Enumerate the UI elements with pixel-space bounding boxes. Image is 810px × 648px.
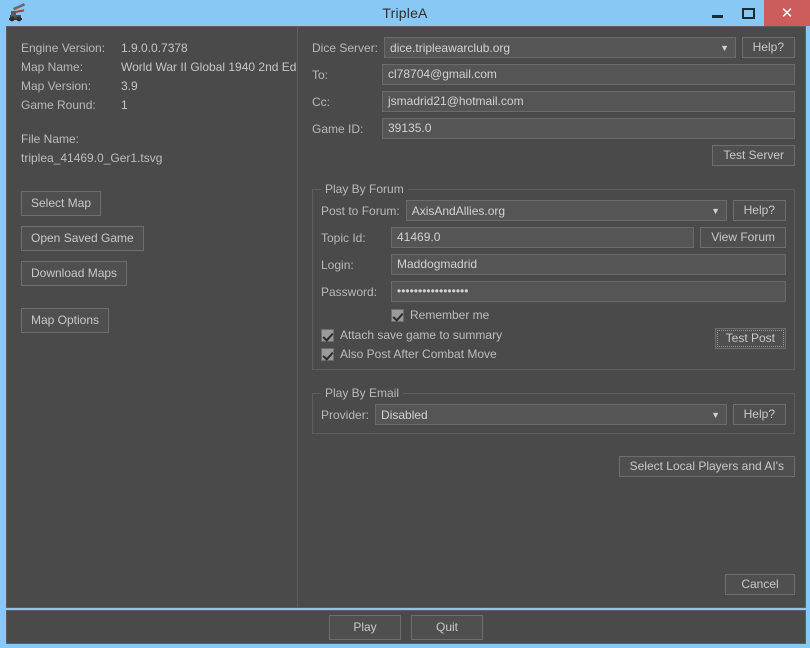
game-round-value: 1 <box>121 98 128 112</box>
dice-server-combo[interactable]: dice.tripleawarclub.org ▼ <box>384 37 736 58</box>
password-label: Password: <box>321 284 378 299</box>
to-label: To: <box>312 67 329 82</box>
also-post-checkbox[interactable] <box>321 347 334 361</box>
info-row-engine-version: Engine Version: 1.9.0.0.7378 <box>21 41 282 55</box>
cc-input[interactable]: jsmadrid21@hotmail.com <box>382 91 795 112</box>
window-title: TripleA <box>382 5 428 21</box>
play-by-email-legend: Play By Email <box>325 386 400 400</box>
topic-id-input[interactable]: 41469.0 <box>391 227 695 248</box>
cancel-button[interactable]: Cancel <box>725 574 795 595</box>
dice-server-value: dice.tripleawarclub.org <box>390 40 511 55</box>
file-name-block: File Name: triplea_41469.0_Ger1.tsvg <box>21 132 282 165</box>
post-to-forum-combo[interactable]: AxisAndAllies.org ▼ <box>405 200 727 221</box>
left-button-group: Select Map Open Saved Game Download Maps… <box>21 191 282 333</box>
play-by-forum-legend: Play By Forum <box>325 182 404 196</box>
triplea-window: TripleA ✕ Engine Version: 1.9.0.0.7378 M… <box>0 0 810 648</box>
topic-id-label: Topic Id: <box>321 230 366 245</box>
map-name-value: World War II Global 1940 2nd Edition <box>121 60 296 74</box>
remember-me-checkbox[interactable] <box>391 308 404 322</box>
map-version-label: Map Version: <box>21 79 92 93</box>
cancel-row: Cancel <box>719 574 795 595</box>
login-input[interactable]: Maddogmadrid <box>391 254 786 275</box>
title-bar: TripleA ✕ <box>0 0 810 26</box>
remember-me-row[interactable]: Remember me <box>391 308 786 322</box>
attach-save-checkbox[interactable] <box>321 328 334 342</box>
to-row: To: cl78704@gmail.com <box>312 64 795 85</box>
split-pane: Engine Version: 1.9.0.0.7378 Map Name: W… <box>6 26 806 608</box>
provider-row: Provider: Disabled ▼ Help? <box>321 404 786 425</box>
email-help-button[interactable]: Help? <box>732 404 786 425</box>
password-input[interactable]: ••••••••••••••••• <box>391 281 786 302</box>
provider-value: Disabled <box>381 407 428 422</box>
game-id-label: Game ID: <box>312 121 364 136</box>
window-content: Engine Version: 1.9.0.0.7378 Map Name: W… <box>0 26 810 608</box>
info-row-map-name: Map Name: World War II Global 1940 2nd E… <box>21 60 296 74</box>
map-options-button[interactable]: Map Options <box>21 308 110 333</box>
attach-save-row[interactable]: Attach save game to summary <box>321 328 715 342</box>
post-to-forum-row: Post to Forum: AxisAndAllies.org ▼ Help? <box>321 200 786 221</box>
cc-row: Cc: jsmadrid21@hotmail.com <box>312 91 795 112</box>
download-maps-button[interactable]: Download Maps <box>21 261 128 286</box>
dice-server-row: Dice Server: dice.tripleawarclub.org ▼ H… <box>312 37 795 58</box>
open-saved-game-button[interactable]: Open Saved Game <box>21 226 144 251</box>
minimize-button[interactable] <box>702 0 733 26</box>
login-label: Login: <box>321 257 354 272</box>
map-version-value: 3.9 <box>121 79 138 93</box>
game-round-label: Game Round: <box>21 98 96 112</box>
select-local-row: Select Local Players and AI's <box>312 456 795 477</box>
provider-combo[interactable]: Disabled ▼ <box>375 404 727 425</box>
select-local-players-button[interactable]: Select Local Players and AI's <box>618 456 795 477</box>
play-by-email-group: Play By Email Provider: Disabled ▼ Help? <box>312 386 795 434</box>
to-input[interactable]: cl78704@gmail.com <box>382 64 795 85</box>
select-map-button[interactable]: Select Map <box>21 191 102 216</box>
also-post-label: Also Post After Combat Move <box>340 347 497 361</box>
post-to-forum-label: Post to Forum: <box>321 203 400 218</box>
play-button[interactable]: Play <box>329 614 401 640</box>
test-post-button[interactable]: Test Post <box>714 328 786 349</box>
post-to-forum-value: AxisAndAllies.org <box>411 203 506 218</box>
cc-label: Cc: <box>312 94 330 109</box>
view-forum-button[interactable]: View Forum <box>700 227 786 248</box>
bottom-action-bar: Play Quit <box>6 610 806 644</box>
forum-help-button[interactable]: Help? <box>732 200 786 221</box>
dice-server-help-button[interactable]: Help? <box>741 37 795 58</box>
cannon-icon <box>6 2 28 24</box>
close-button[interactable]: ✕ <box>764 0 810 26</box>
info-row-map-version: Map Version: 3.9 <box>21 79 282 93</box>
game-id-row: Game ID: 39135.0 <box>312 118 795 139</box>
chevron-down-icon: ▼ <box>720 42 730 53</box>
test-server-row: Test Server <box>312 145 795 166</box>
file-name-value: triplea_41469.0_Ger1.tsvg <box>21 151 163 165</box>
remember-me-label: Remember me <box>410 308 490 322</box>
quit-button[interactable]: Quit <box>411 614 483 640</box>
engine-version-value: 1.9.0.0.7378 <box>121 41 188 55</box>
game-id-input[interactable]: 39135.0 <box>382 118 795 139</box>
maximize-icon <box>742 7 755 19</box>
map-name-label: Map Name: <box>21 60 84 74</box>
dice-server-label: Dice Server: <box>312 40 379 55</box>
close-icon: ✕ <box>780 3 794 22</box>
also-post-row[interactable]: Also Post After Combat Move <box>321 347 715 361</box>
login-row: Login: Maddogmadrid <box>321 254 786 275</box>
maximize-button[interactable] <box>733 0 764 26</box>
game-info-panel: Engine Version: 1.9.0.0.7378 Map Name: W… <box>6 26 296 608</box>
topic-id-row: Topic Id: 41469.0 View Forum <box>321 227 786 248</box>
attach-save-label: Attach save game to summary <box>340 328 503 342</box>
password-row: Password: ••••••••••••••••• <box>321 281 786 302</box>
engine-version-label: Engine Version: <box>21 41 106 55</box>
provider-label: Provider: <box>321 407 370 422</box>
play-by-forum-group: Play By Forum Post to Forum: AxisAndAlli… <box>312 182 795 370</box>
minimize-icon <box>712 14 723 18</box>
settings-panel: Dice Server: dice.tripleawarclub.org ▼ H… <box>302 26 806 608</box>
file-name-label: File Name: <box>21 132 80 146</box>
window-controls: ✕ <box>702 0 810 26</box>
chevron-down-icon: ▼ <box>711 205 721 216</box>
info-row-game-round: Game Round: 1 <box>21 98 282 112</box>
test-server-button[interactable]: Test Server <box>712 145 795 166</box>
chevron-down-icon: ▼ <box>711 409 721 420</box>
